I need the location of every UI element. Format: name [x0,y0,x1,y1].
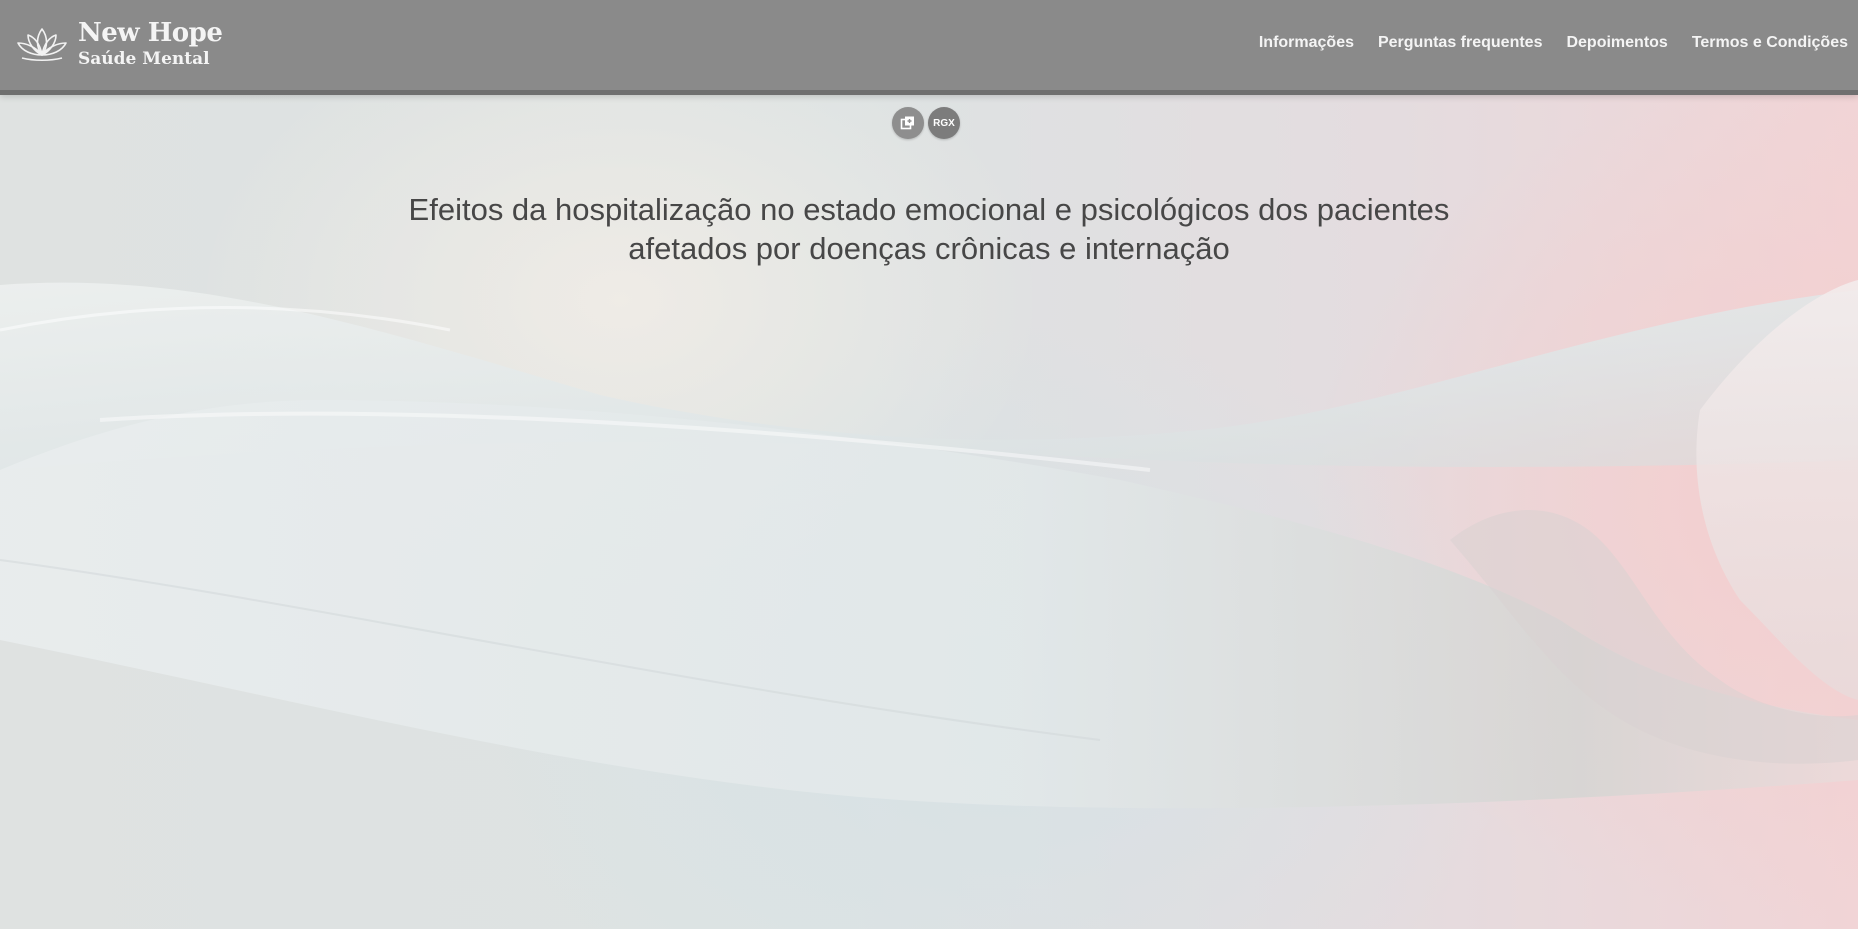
hero-headline: Efeitos da hospitalização no estado emoc… [0,190,1858,268]
nav-link-depoimentos[interactable]: Depoimentos [1566,34,1667,52]
nav-link-informacoes[interactable]: Informações [1259,34,1354,52]
hero-headline-line-2: afetados por doenças crônicas e internaç… [628,231,1230,266]
copy-icon [900,116,914,130]
nav-link-termos-condicoes[interactable]: Termos e Condições [1692,34,1848,52]
navbar: New Hope Saúde Mental Informações Pergun… [0,0,1858,95]
hero-headline-line-1: Efeitos da hospitalização no estado emoc… [408,192,1450,227]
brand-home-link[interactable]: New Hope Saúde Mental [16,18,223,69]
silk-background-image [0,280,1858,809]
copy-button[interactable] [892,107,924,139]
lotus-icon [17,28,67,62]
brand-subtitle: Saúde Mental [78,49,210,69]
main-nav: Informações Perguntas frequentes Depoime… [1235,34,1848,52]
brand-title: New Hope [78,18,223,48]
brand-text: New Hope Saúde Mental [78,18,223,69]
nav-link-perguntas-frequentes[interactable]: Perguntas frequentes [1378,34,1542,52]
rgx-button[interactable]: RGX [928,107,960,139]
floating-tools: RGX [892,107,964,139]
page: New Hope Saúde Mental Informações Pergun… [0,0,1858,929]
